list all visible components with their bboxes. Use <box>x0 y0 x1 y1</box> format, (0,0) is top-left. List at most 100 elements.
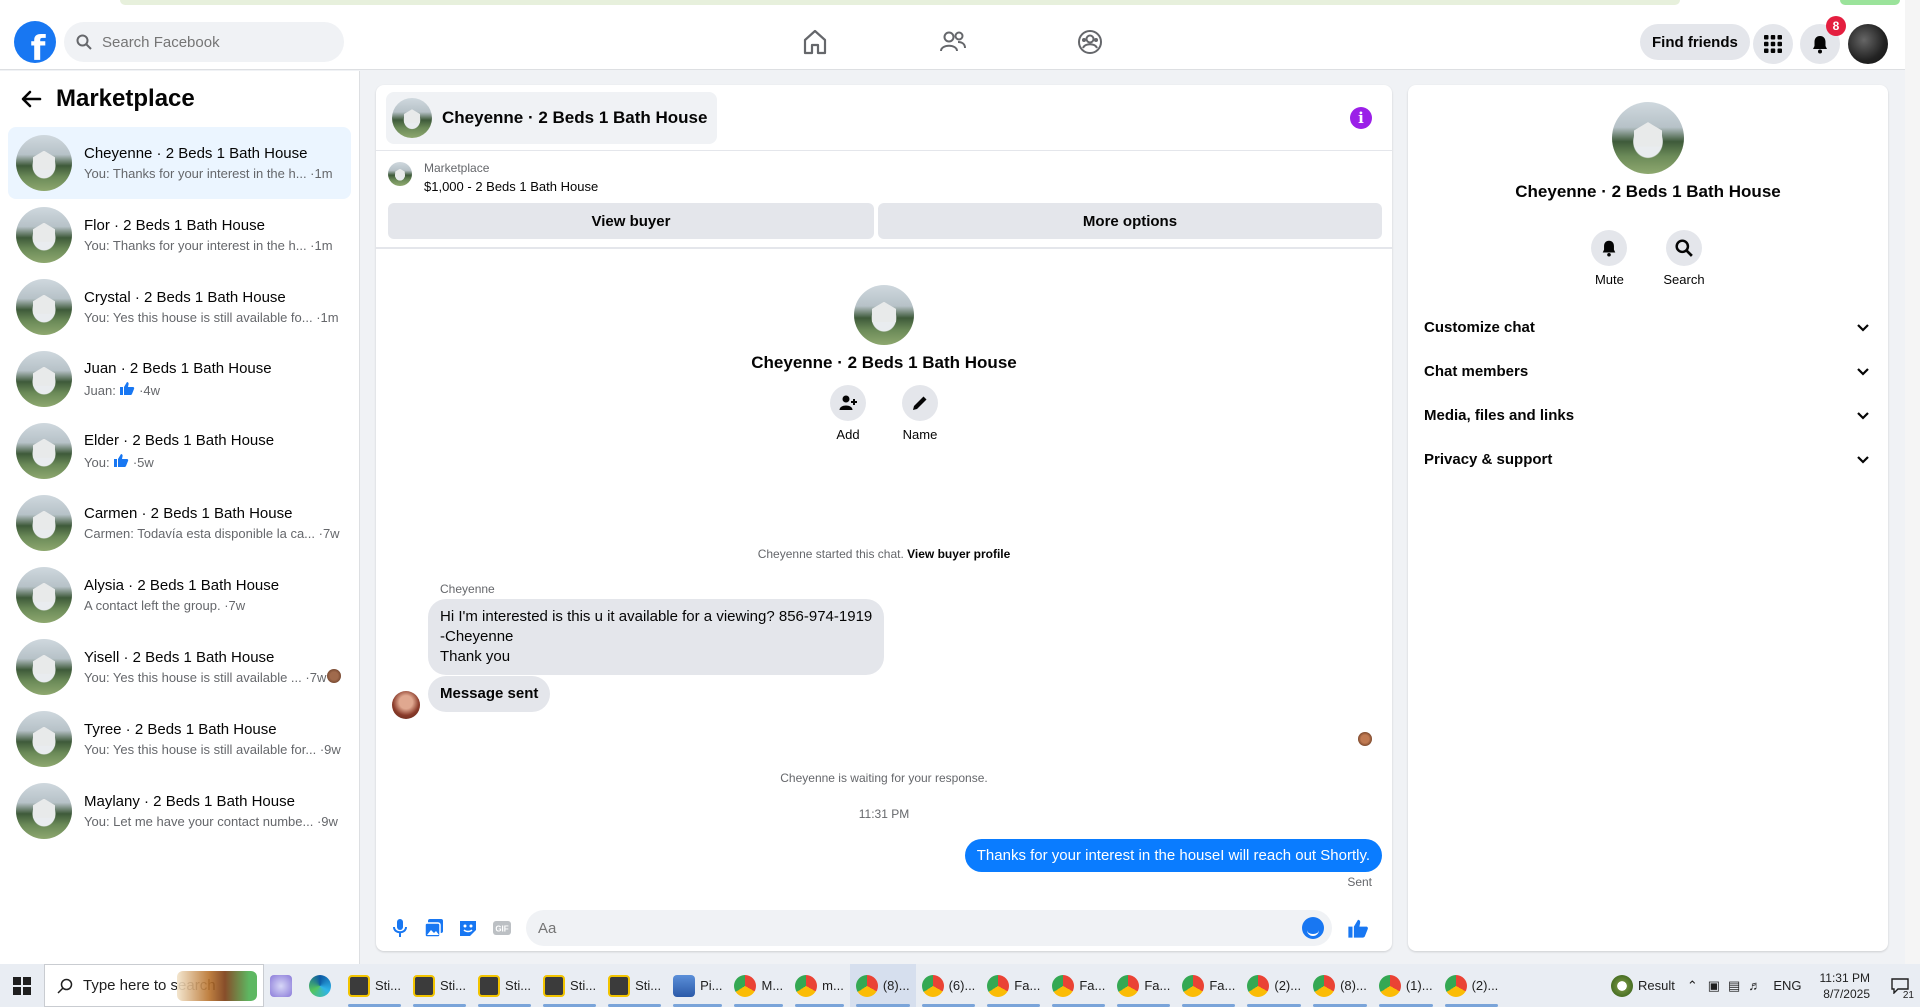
chat-intro: Cheyenne · 2 Beds 1 Bath House Add Name <box>376 285 1392 442</box>
conversation-item[interactable]: Tyree · 2 Beds 1 Bath House You: Yes this… <box>8 703 351 775</box>
taskbar-app[interactable]: m... <box>789 964 850 1007</box>
taskbar-app[interactable]: Sti... <box>472 964 537 1007</box>
taskbar-app[interactable]: (1)... <box>1373 964 1439 1007</box>
conversation-item[interactable]: Alysia · 2 Beds 1 Bath House A contact le… <box>8 559 351 631</box>
taskbar-search[interactable]: Type here to search <box>44 964 264 1007</box>
details-actions: Mute Search <box>1408 230 1888 287</box>
conversation-snippet: You: Let me have your contact numbe... ·… <box>84 814 338 829</box>
find-friends-button[interactable]: Find friends <box>1640 24 1750 60</box>
profile-avatar[interactable] <box>1848 24 1888 64</box>
chrome-icon <box>921 974 944 997</box>
start-button[interactable] <box>0 964 44 1007</box>
photo-icon[interactable] <box>422 916 446 940</box>
microphone-icon[interactable] <box>388 916 412 940</box>
weather-widget[interactable]: Result <box>1605 964 1681 1007</box>
taskbar-app-label: Pi... <box>700 978 723 993</box>
info-icon[interactable]: i <box>1350 107 1372 129</box>
clock[interactable]: 11:31 PM 8/7/2025 <box>1820 970 1870 1002</box>
sticker-icon[interactable] <box>456 916 480 940</box>
chat-members-section[interactable]: Chat members <box>1424 351 1872 391</box>
chat-panel: Cheyenne · 2 Beds 1 Bath House i Marketp… <box>376 85 1392 951</box>
conversation-snippet: You: Thanks for your interest in the h..… <box>84 166 333 181</box>
page-scrollbar[interactable] <box>1905 0 1920 964</box>
taskbar-app[interactable]: (2)... <box>1439 964 1505 1007</box>
customize-chat-section[interactable]: Customize chat <box>1424 307 1872 347</box>
conversation-item[interactable]: Crystal · 2 Beds 1 Bath House You: Yes th… <box>8 271 351 343</box>
conversation-item[interactable]: Juan · 2 Beds 1 Bath House Juan: ·4w <box>8 343 351 415</box>
taskbar-app[interactable]: Sti... <box>537 964 602 1007</box>
sticky-notes-icon <box>608 974 631 997</box>
taskbar-app[interactable]: Fa... <box>1176 964 1241 1007</box>
emoji-icon[interactable] <box>1302 917 1324 939</box>
back-arrow-icon[interactable] <box>20 88 42 110</box>
friends-icon[interactable] <box>938 27 968 57</box>
language-indicator[interactable]: ENG <box>1773 978 1801 993</box>
chevron-down-icon <box>1857 324 1869 332</box>
taskbar-app[interactable]: (8)... <box>1307 964 1373 1007</box>
chat-title-button[interactable]: Cheyenne · 2 Beds 1 Bath House <box>386 92 718 144</box>
chevron-up-icon[interactable]: ⌃ <box>1687 978 1698 994</box>
taskbar-app[interactable]: M... <box>728 964 789 1007</box>
view-buyer-button[interactable]: View buyer <box>388 203 874 239</box>
incoming-message[interactable]: Hi I'm interested is this u it available… <box>428 599 885 675</box>
listing-title[interactable]: $1,000 - 2 Beds 1 Bath House <box>424 179 598 194</box>
taskbar-app-label: (8)... <box>1340 978 1367 993</box>
snipping-tool-icon[interactable] <box>264 964 303 1007</box>
network-icon[interactable]: ▤ <box>1728 978 1740 994</box>
mute-button[interactable]: Mute <box>1591 230 1628 287</box>
outgoing-message[interactable]: Thanks for your interest in the houseI w… <box>964 839 1382 872</box>
taskbar-app[interactable]: Pi... <box>667 964 728 1007</box>
chat-header: Cheyenne · 2 Beds 1 Bath House i <box>376 85 1392 151</box>
facebook-logo[interactable]: f <box>14 21 56 63</box>
message-sent-bubble[interactable]: Message sent <box>428 676 551 712</box>
thumbs-up-icon[interactable] <box>1346 916 1370 940</box>
action-center-button[interactable]: 21 <box>1880 964 1920 1007</box>
taskbar-app[interactable]: Sti... <box>407 964 472 1007</box>
add-person-icon <box>839 395 857 410</box>
volume-icon[interactable]: ♬ <box>1748 978 1761 993</box>
taskbar-app[interactable]: Fa... <box>981 964 1046 1007</box>
name-chat-button[interactable]: Name <box>902 385 938 442</box>
taskbar-app-label: Fa... <box>1014 978 1041 993</box>
search-input[interactable] <box>102 33 322 51</box>
conversation-item[interactable]: Flor · 2 Beds 1 Bath House You: Thanks fo… <box>8 199 351 271</box>
search-box[interactable] <box>64 22 344 62</box>
taskbar-app[interactable]: (2)... <box>1241 964 1307 1007</box>
conversation-item[interactable]: Carmen · 2 Beds 1 Bath House Carmen: Toda… <box>8 487 351 559</box>
message-input[interactable] <box>538 919 1298 937</box>
search-chat-button[interactable]: Search <box>1663 230 1705 287</box>
sticky-notes-icon <box>348 974 370 997</box>
taskbar-app[interactable]: Fa... <box>1111 964 1176 1007</box>
camera-icon[interactable]: ▣ <box>1708 978 1720 994</box>
taskbar-app[interactable]: Sti... <box>602 964 667 1007</box>
message-composer: GIF <box>376 905 1392 951</box>
taskbar-app[interactable]: Sti... <box>342 964 407 1007</box>
gif-icon[interactable]: GIF <box>490 916 514 940</box>
chevron-down-icon <box>1857 368 1869 376</box>
message-input-box[interactable] <box>526 910 1332 946</box>
sender-avatar[interactable] <box>392 691 420 719</box>
home-icon[interactable] <box>800 27 830 57</box>
conversation-item[interactable]: Yisell · 2 Beds 1 Bath House You: Yes thi… <box>8 631 351 703</box>
taskbar-app[interactable]: (6)... <box>916 964 982 1007</box>
more-options-button[interactable]: More options <box>878 203 1382 239</box>
pencil-icon <box>913 396 927 410</box>
add-people-button[interactable]: Add <box>830 385 866 442</box>
conversation-item[interactable]: Cheyenne · 2 Beds 1 Bath House You: Thank… <box>8 127 351 199</box>
taskbar-app[interactable]: (8)... <box>849 964 916 1007</box>
conversation-item[interactable]: Elder · 2 Beds 1 Bath House You: ·5w <box>8 415 351 487</box>
listing-thumbnail <box>16 567 72 623</box>
snippet-prefix: Juan: <box>84 383 116 398</box>
listing-bar: Marketplace $1,000 - 2 Beds 1 Bath House… <box>376 151 1392 249</box>
taskbar-app[interactable]: Fa... <box>1046 964 1111 1007</box>
listing-source: Marketplace <box>424 161 490 175</box>
privacy-support-section[interactable]: Privacy & support <box>1424 439 1872 479</box>
sidebar-header: Marketplace <box>0 71 359 127</box>
search-highlight-image <box>177 971 257 1001</box>
groups-icon[interactable] <box>1075 27 1105 57</box>
conversation-item[interactable]: Maylany · 2 Beds 1 Bath House You: Let me… <box>8 775 351 847</box>
menu-button[interactable] <box>1753 24 1793 64</box>
view-buyer-profile-link[interactable]: View buyer profile <box>907 547 1010 561</box>
edge-icon[interactable] <box>303 964 342 1007</box>
media-files-links-section[interactable]: Media, files and links <box>1424 395 1872 435</box>
